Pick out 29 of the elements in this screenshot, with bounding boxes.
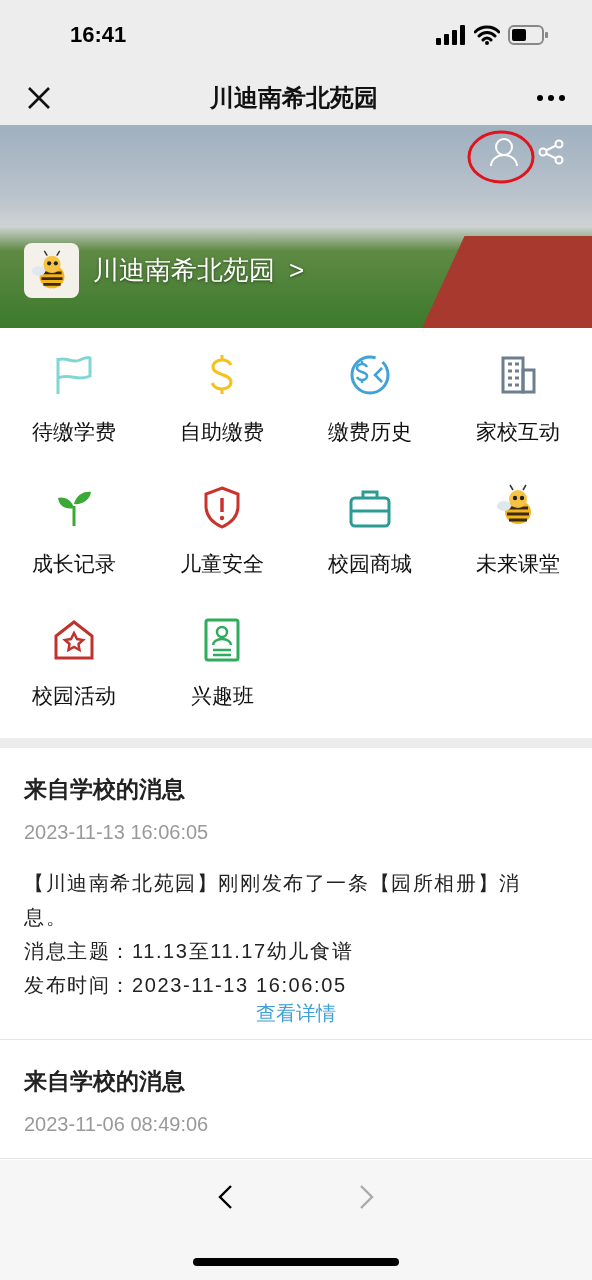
battery-icon <box>508 25 548 45</box>
menu-item[interactable]: 校园商城 <box>296 484 444 578</box>
clock-time: 16:41 <box>70 22 127 48</box>
publish-time: 发布时间：2023-11-13 16:06:05 <box>24 973 348 998</box>
message-time: 2023-11-13 16:06:05 <box>24 821 210 844</box>
more-button[interactable] <box>536 93 566 102</box>
message-title: 来自学校的消息 <box>24 1067 186 1096</box>
wifi-icon <box>474 25 500 45</box>
page-title: 川迪南希北苑园 <box>210 82 378 113</box>
menu-item[interactable]: 缴费历史 <box>296 352 444 446</box>
menu-item[interactable]: 待缴学费 <box>0 352 148 446</box>
menu-item[interactable]: 未来课堂 <box>444 484 592 578</box>
menu-item[interactable]: 兴趣班 <box>148 616 296 710</box>
bee-logo-icon <box>24 243 79 298</box>
signal-icon <box>436 25 466 45</box>
school-link[interactable]: 川迪南希北苑园 > <box>93 253 305 288</box>
highlight-ring <box>467 130 535 184</box>
profile-icon[interactable] <box>489 137 519 167</box>
menu-item[interactable]: 校园活动 <box>0 616 148 710</box>
menu-item[interactable]: 成长记录 <box>0 484 148 578</box>
share-icon[interactable] <box>538 139 564 165</box>
message-topic: 消息主题：11.13至11.17幼儿食谱 <box>24 939 355 964</box>
message-title: 来自学校的消息 <box>24 775 186 804</box>
menu-item[interactable]: 儿童安全 <box>148 484 296 578</box>
menu-item[interactable]: 家校互动 <box>444 352 592 446</box>
message-body: 【川迪南希北苑园】刚刚发布了一条【园所相册】消息。 <box>24 871 522 930</box>
message-time: 2023-11-06 08:49:06 <box>24 1113 210 1136</box>
menu-item[interactable]: 自助缴费 <box>148 352 296 446</box>
close-button[interactable] <box>26 84 52 111</box>
